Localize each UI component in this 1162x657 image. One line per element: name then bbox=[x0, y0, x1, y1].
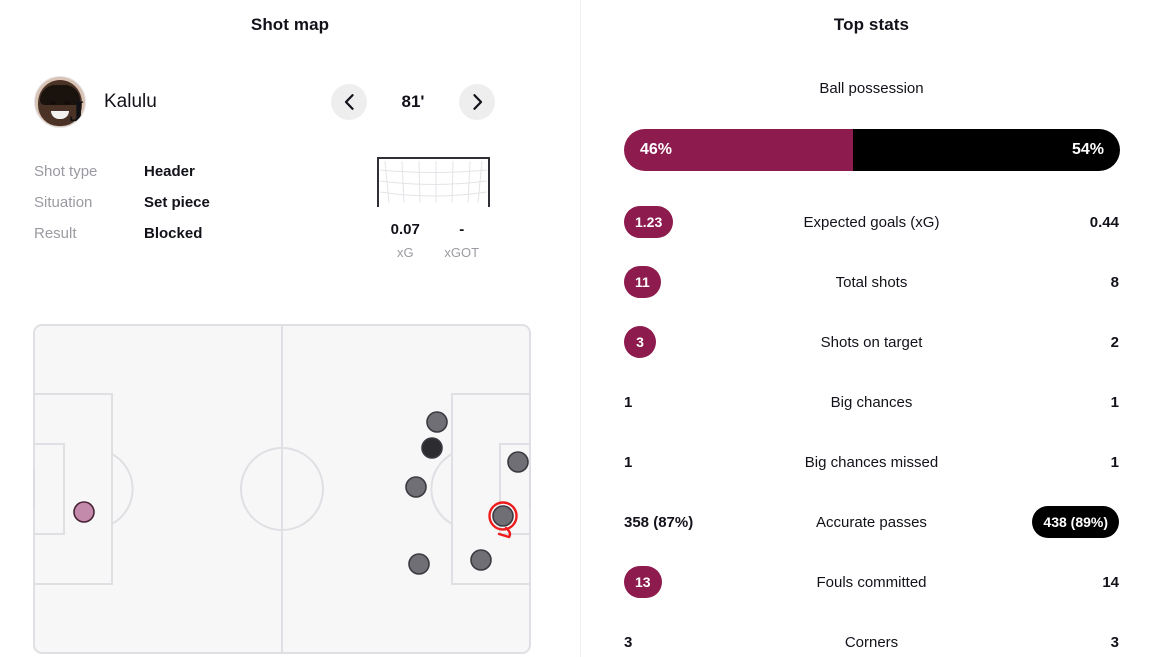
top-stats-panel: Top stats Ball possession 46% 54% 1.23 Ex… bbox=[581, 0, 1162, 657]
stat-name: Accurate passes bbox=[816, 513, 927, 531]
shot-map-title: Shot map bbox=[250, 15, 330, 34]
avatar-eye-left bbox=[50, 100, 56, 105]
goal-post-left bbox=[377, 157, 379, 207]
xgot-value: - bbox=[459, 221, 465, 238]
shot-navigation: 81' bbox=[331, 84, 495, 120]
goal-post-right bbox=[488, 157, 490, 207]
ball-possession-label: Ball possession bbox=[819, 80, 924, 97]
stat-name: Expected goals (xG) bbox=[803, 213, 940, 231]
stat-name: Corners bbox=[844, 633, 899, 651]
stat-row: 358 (87%) Accurate passes 438 (89%) bbox=[581, 492, 1162, 552]
result-label: Result bbox=[34, 225, 77, 242]
shot-marker-away[interactable] bbox=[426, 411, 448, 433]
shot-marker-away[interactable] bbox=[421, 437, 443, 459]
goal-net-icon bbox=[377, 157, 490, 207]
chevron-right-icon bbox=[472, 94, 482, 110]
xg-value: 0.07 bbox=[390, 221, 420, 238]
stat-away-value: 3 bbox=[1110, 633, 1119, 651]
stat-name: Total shots bbox=[835, 273, 908, 291]
stat-home-pill: 1.23 bbox=[624, 206, 674, 238]
stat-name: Big chances missed bbox=[804, 453, 939, 471]
situation-label: Situation bbox=[34, 194, 93, 211]
player-row[interactable]: J Kalulu bbox=[34, 76, 157, 128]
stat-home-value: 3 bbox=[624, 633, 633, 651]
stat-home-value: 1 bbox=[624, 453, 633, 471]
stat-away-value: 1 bbox=[1110, 453, 1119, 471]
match-stats-page: Shot map J Kalulu 81' Shot type Header S… bbox=[0, 0, 1162, 657]
stat-away-value: 2 bbox=[1110, 333, 1119, 351]
possession-home-value: 46% bbox=[624, 129, 854, 171]
football-pitch-icon[interactable] bbox=[28, 95, 536, 657]
stats-list: 1.23 Expected goals (xG) 0.44 11 Total shots… bbox=[581, 192, 1162, 657]
stat-home-value: 13 bbox=[624, 566, 754, 598]
xg-label: xG bbox=[396, 245, 414, 260]
shot-details: Shot type Header Situation Set piece Res… bbox=[34, 163, 210, 256]
stat-home-value: 1.23 bbox=[624, 206, 754, 238]
stat-row: 3 Shots on target 2 bbox=[581, 312, 1162, 372]
club-badge-icon: J bbox=[69, 95, 84, 128]
stat-home-value: 358 (87%) bbox=[624, 513, 694, 531]
stat-row: 3 Corners 3 bbox=[581, 612, 1162, 657]
result-value: Blocked bbox=[144, 225, 203, 242]
situation-value: Set piece bbox=[144, 194, 210, 211]
top-stats-title: Top stats bbox=[833, 15, 910, 34]
ball-possession-bar: 46% 54% bbox=[624, 129, 1120, 171]
shot-marker-away[interactable] bbox=[408, 553, 430, 575]
stat-home-value: 11 bbox=[624, 266, 754, 298]
shot-minute: 81' bbox=[401, 92, 425, 111]
xgot-cell: - xGOT bbox=[434, 221, 491, 260]
stat-name: Big chances bbox=[830, 393, 913, 411]
next-shot-button[interactable] bbox=[459, 84, 495, 120]
shot-marker-home[interactable] bbox=[73, 501, 95, 523]
pitch-svg bbox=[28, 95, 536, 654]
shot-type-label: Shot type bbox=[34, 163, 98, 180]
stat-away-value: 1 bbox=[1110, 393, 1119, 411]
shot-marker-away[interactable] bbox=[507, 451, 529, 473]
stat-away-value: 8 bbox=[1110, 273, 1119, 291]
xgot-label: xGOT bbox=[444, 245, 480, 260]
shot-detail-row: Result Blocked bbox=[34, 225, 210, 242]
possession-away-value: 54% bbox=[853, 129, 1120, 171]
player-avatar-icon: J bbox=[34, 76, 86, 128]
stat-name: Shots on target bbox=[820, 333, 923, 351]
stat-home-pill: 11 bbox=[624, 266, 661, 298]
shot-marker-away[interactable] bbox=[470, 549, 492, 571]
xg-cell: 0.07 xG bbox=[377, 221, 434, 260]
stat-home-pill: 3 bbox=[624, 326, 656, 358]
goal-frame-section: 0.07 xG - xGOT bbox=[377, 157, 490, 260]
stat-home-value: 3 bbox=[624, 326, 754, 358]
shot-map-panel: Shot map J Kalulu 81' Shot type Header S… bbox=[0, 0, 581, 657]
player-name: Kalulu bbox=[104, 91, 157, 112]
stat-name: Fouls committed bbox=[816, 573, 927, 591]
stat-away-pill: 438 (89%) bbox=[1032, 506, 1119, 538]
stat-home-value: 1 bbox=[624, 393, 633, 411]
stat-row: 13 Fouls committed 14 bbox=[581, 552, 1162, 612]
previous-shot-button[interactable] bbox=[331, 84, 367, 120]
goal-net-mesh bbox=[379, 160, 488, 204]
stat-away-value: 0.44 bbox=[1089, 213, 1119, 231]
shot-detail-row: Situation Set piece bbox=[34, 194, 210, 211]
xg-values-row: 0.07 xG - xGOT bbox=[377, 221, 490, 260]
shot-detail-row: Shot type Header bbox=[34, 163, 210, 180]
stat-home-pill: 13 bbox=[624, 566, 662, 598]
stat-away-value: 438 (89%) bbox=[989, 506, 1119, 538]
stat-row: 11 Total shots 8 bbox=[581, 252, 1162, 312]
shot-marker-selected[interactable] bbox=[492, 505, 514, 527]
shot-type-value: Header bbox=[144, 163, 195, 180]
stat-row: 1 Big chances missed 1 bbox=[581, 432, 1162, 492]
stat-row: 1 Big chances 1 bbox=[581, 372, 1162, 432]
stat-away-value: 14 bbox=[1102, 573, 1119, 591]
chevron-left-icon bbox=[344, 94, 354, 110]
shot-marker-away[interactable] bbox=[405, 476, 427, 498]
goal-crossbar bbox=[377, 157, 490, 159]
stat-row: 1.23 Expected goals (xG) 0.44 bbox=[581, 192, 1162, 252]
